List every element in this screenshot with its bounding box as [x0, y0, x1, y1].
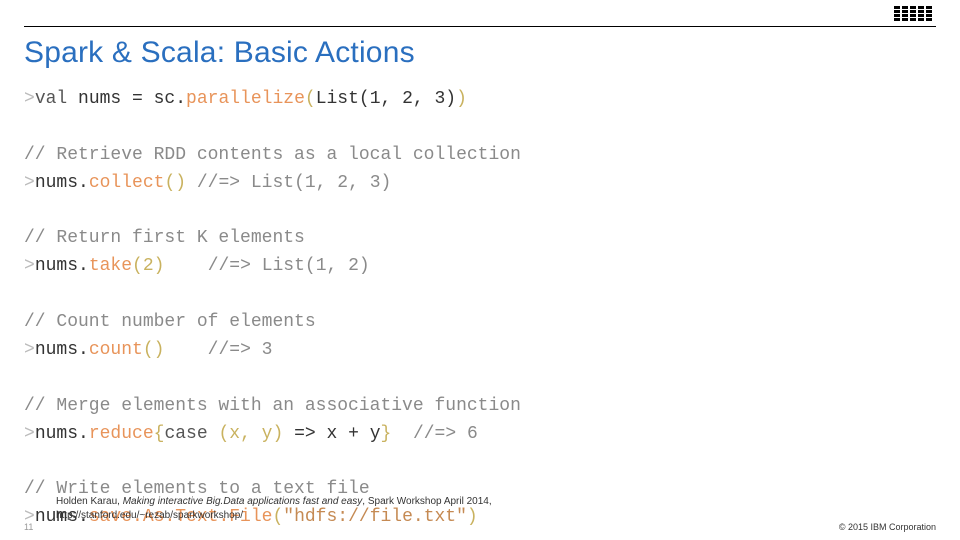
caption-suffix: , Spark Workshop April 2014,: [362, 496, 491, 507]
prompt-icon: >: [24, 89, 35, 109]
code-line: >nums.take(2) //=> List(1, 2): [24, 253, 936, 281]
caption-title: Making interactive Big.Data applications…: [123, 496, 363, 507]
prompt-icon: >: [24, 173, 35, 193]
code-line: >nums.count() //=> 3: [24, 337, 936, 365]
prompt-icon: >: [24, 340, 35, 360]
caption-url: http://stanford.edu/~rezab/sparkworkshop…: [56, 509, 492, 523]
code-line: >val nums = sc.parallelize(List(1, 2, 3)…: [24, 86, 936, 114]
copyright: © 2015 IBM Corporation: [839, 522, 936, 532]
code-line: >nums.reduce{case (x, y) => x + y} //=> …: [24, 421, 936, 449]
code-comment: // Return first K elements: [24, 225, 936, 253]
top-divider: [24, 26, 936, 27]
ibm-logo-icon: [894, 6, 932, 21]
slide: Spark & Scala: Basic Actions >val nums =…: [0, 0, 960, 540]
caption-author: Holden Karau,: [56, 496, 123, 507]
code-block: >val nums = sc.parallelize(List(1, 2, 3)…: [24, 86, 936, 532]
prompt-icon: >: [24, 256, 35, 276]
prompt-icon: >: [24, 424, 35, 444]
slide-number: 11: [24, 522, 33, 532]
code-comment: // Retrieve RDD contents as a local coll…: [24, 142, 936, 170]
code-comment: // Merge elements with an associative fu…: [24, 393, 936, 421]
code-line: >nums.collect() //=> List(1, 2, 3): [24, 170, 936, 198]
code-comment: // Count number of elements: [24, 309, 936, 337]
slide-title: Spark & Scala: Basic Actions: [24, 36, 415, 70]
footer-caption: Holden Karau, Making interactive Big.Dat…: [56, 495, 492, 522]
